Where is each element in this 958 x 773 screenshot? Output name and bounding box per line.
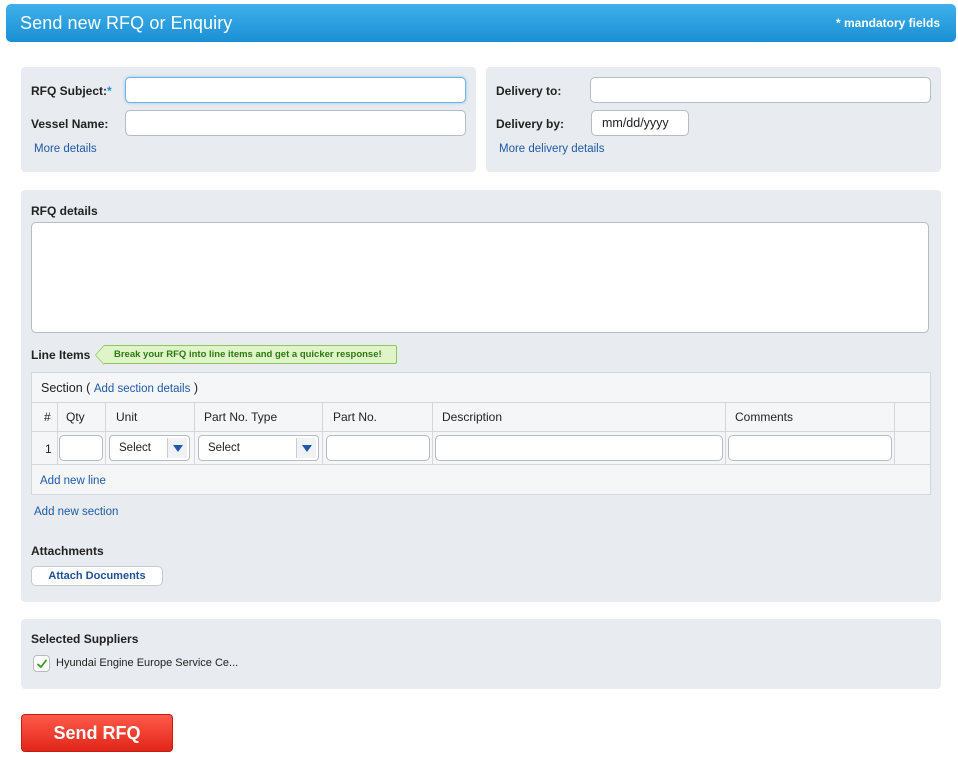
qty-input[interactable] <box>59 435 103 461</box>
line-items-hint: Break your RFQ into line items and get a… <box>95 345 397 365</box>
vessel-name-label: Vessel Name: <box>31 117 109 131</box>
add-new-section-link[interactable]: Add new section <box>34 506 118 518</box>
rfq-details-label: RFQ details <box>31 204 98 218</box>
page-title: Send new RFQ or Enquiry <box>20 13 233 33</box>
column-header-part-no: Part No. <box>333 410 378 424</box>
rfq-details-textarea[interactable] <box>31 222 929 333</box>
column-header-part-no-type: Part No. Type <box>204 410 278 424</box>
attach-documents-button[interactable]: Attach Documents <box>31 566 163 586</box>
delivery-to-label: Delivery to: <box>496 84 562 98</box>
row-number: 1 <box>45 442 52 456</box>
column-header-description: Description <box>442 410 503 424</box>
more-delivery-details-link[interactable]: More delivery details <box>499 143 604 155</box>
selected-suppliers-label: Selected Suppliers <box>31 632 139 646</box>
add-new-line-link[interactable]: Add new line <box>40 475 106 487</box>
column-divider <box>725 402 726 464</box>
section-header: Section ( Add section details ) <box>41 381 198 395</box>
send-rfq-button[interactable]: Send RFQ <box>21 714 173 752</box>
column-divider <box>194 402 195 464</box>
column-header-comments: Comments <box>735 410 794 424</box>
part-no-input[interactable] <box>326 435 430 461</box>
supplier-name: Hyundai Engine Europe Service Ce... <box>56 657 239 669</box>
line-items-table: Section ( Add section details ) # Qty Un… <box>31 372 931 495</box>
column-divider <box>57 402 58 464</box>
column-header-unit: Unit <box>116 410 138 424</box>
more-details-link[interactable]: More details <box>34 143 97 155</box>
checkmark-icon <box>37 659 47 668</box>
column-divider <box>105 402 106 464</box>
delivery-by-date-input[interactable]: mm/dd/yyyy <box>591 110 689 136</box>
column-divider <box>432 402 433 464</box>
delivery-to-input[interactable] <box>590 77 931 103</box>
table-header: # Qty Unit Part No. Type Part No. Descri… <box>32 402 930 432</box>
vessel-name-input[interactable] <box>125 110 466 136</box>
description-input[interactable] <box>435 435 723 461</box>
chevron-down-icon <box>296 438 316 458</box>
comments-input[interactable] <box>728 435 892 461</box>
column-divider <box>894 402 895 464</box>
page-header: Send new RFQ or Enquiry * mandatory fiel… <box>6 4 956 42</box>
delivery-by-label: Delivery by: <box>496 117 565 131</box>
part-no-type-select[interactable]: Select <box>198 435 319 461</box>
unit-select[interactable]: Select <box>109 435 190 461</box>
rfq-subject-label: RFQ Subject:* <box>31 84 112 98</box>
column-header-number: # <box>44 410 51 424</box>
column-header-qty: Qty <box>66 410 85 424</box>
mandatory-note: * mandatory fields <box>835 16 940 30</box>
chevron-down-icon <box>167 438 187 458</box>
column-divider <box>322 402 323 464</box>
attachments-label: Attachments <box>31 544 104 558</box>
selected-suppliers-panel <box>21 619 941 689</box>
required-marker: * <box>107 84 112 98</box>
supplier-checkbox[interactable] <box>33 655 50 672</box>
rfq-subject-input[interactable] <box>125 77 466 103</box>
row-divider <box>32 464 930 465</box>
add-section-details-link[interactable]: Add section details <box>94 383 191 395</box>
line-items-label: Line Items <box>31 348 91 362</box>
